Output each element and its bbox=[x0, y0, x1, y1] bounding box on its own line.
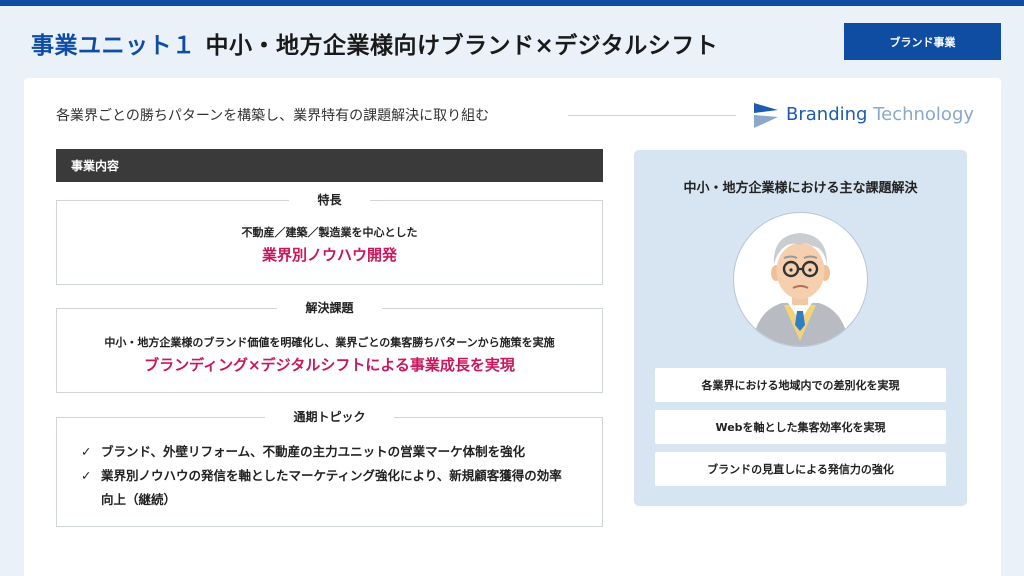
topics-label: 通期トピック bbox=[57, 408, 602, 425]
feature-line1: 不動産／建築／製造業を中心とした bbox=[241, 226, 418, 239]
solution-box: 解決課題 中小・地方企業様のブランド価値を明確化し、業界ごとの集客勝ちパターンか… bbox=[56, 301, 603, 393]
issue-item-1: 各業界における地域内での差別化を実現 bbox=[655, 368, 946, 402]
list-item: ✓ 業界別ノウハウの発信を軸としたマーケティング強化により、新規顧客獲得の効率向上… bbox=[81, 464, 571, 512]
list-item: ✓ ブランド、外壁リフォーム、不動産の主力ユニットの営業マーケ体制を強化 bbox=[81, 440, 571, 464]
issue-item-2: Webを軸とした集客効率化を実現 bbox=[655, 410, 946, 444]
branding-technology-logo: Branding Technology bbox=[754, 100, 974, 130]
issues-panel: 中小・地方企業様における主な課題解決 各業界における地域内での差別化を実現 We… bbox=[634, 150, 967, 506]
solution-line1: 中小・地方企業様のブランド価値を明確化し、業界ごとの集客勝ちパターンから施策を実… bbox=[104, 336, 555, 349]
topic-list: ✓ ブランド、外壁リフォーム、不動産の主力ユニットの営業マーケ体制を強化 ✓ 業界別… bbox=[81, 440, 571, 512]
top-accent-bar bbox=[0, 0, 1024, 6]
check-icon: ✓ bbox=[81, 444, 92, 459]
feature-box: 特長 不動産／建築／製造業を中心とした 業界別ノウハウ開発 bbox=[56, 193, 603, 285]
check-icon: ✓ bbox=[81, 468, 92, 483]
unit-title: 中小・地方企業様向けブランド×デジタルシフト bbox=[205, 33, 719, 59]
feature-highlight: 業界別ノウハウ開発 bbox=[261, 246, 397, 264]
subtitle-divider bbox=[568, 115, 736, 116]
subtitle: 各業界ごとの勝ちパターンを構築し、業界特有の課題解決に取り組む bbox=[56, 108, 490, 124]
solution-highlight: ブランディング×デジタルシフトによる事業成長を実現 bbox=[144, 356, 515, 374]
issues-title: 中小・地方企業様における主な課題解決 bbox=[683, 181, 918, 196]
business-content-header: 事業内容 bbox=[56, 149, 603, 182]
issue-item-3: ブランドの見直しによる発信力の強化 bbox=[655, 452, 946, 486]
solution-label: 解決課題 bbox=[57, 299, 602, 316]
logo-mark-icon bbox=[754, 103, 778, 128]
topics-box: 通期トピック ✓ ブランド、外壁リフォーム、不動産の主力ユニットの営業マーケ体制を… bbox=[56, 410, 603, 527]
feature-label: 特長 bbox=[57, 191, 602, 208]
elderly-man-icon bbox=[733, 212, 868, 347]
page-title: 事業ユニット１ 中小・地方企業様向けブランド×デジタルシフト bbox=[31, 26, 718, 60]
unit-label: 事業ユニット１ bbox=[31, 33, 196, 59]
brand-business-tag[interactable]: ブランド事業 bbox=[844, 23, 1001, 60]
logo-wordmark: Branding Technology bbox=[786, 104, 975, 125]
